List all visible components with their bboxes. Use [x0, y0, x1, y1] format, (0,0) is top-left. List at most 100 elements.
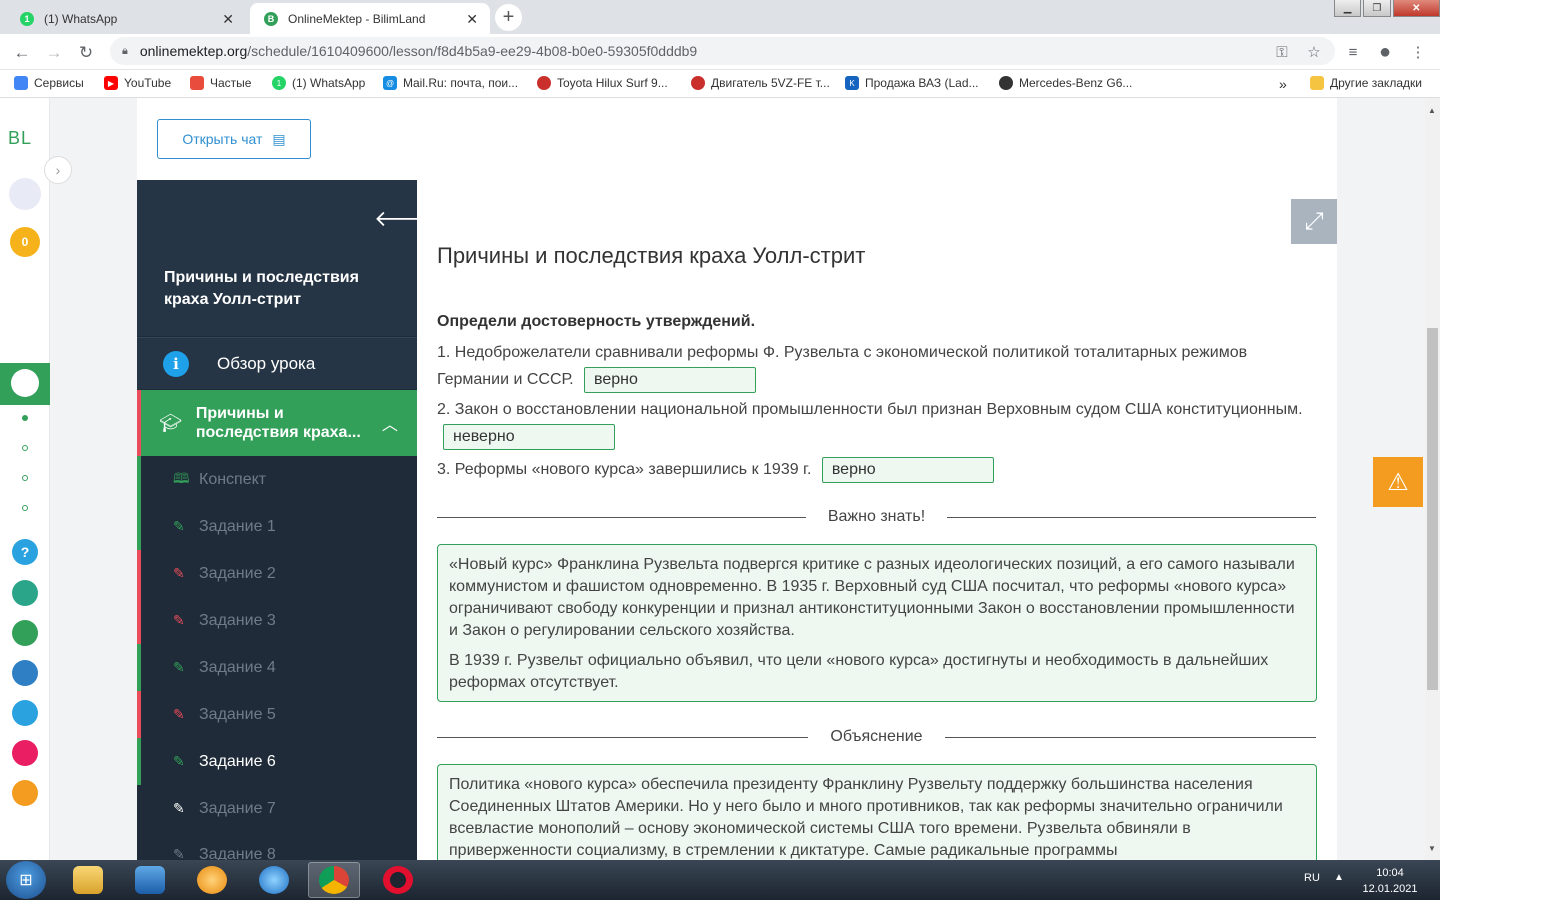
taskbar-chrome[interactable] [308, 862, 360, 898]
open-chat-button[interactable]: Открыть чат ▤ [157, 119, 311, 159]
rail-active-app[interactable] [0, 363, 50, 405]
chevron-right-icon[interactable]: › [44, 156, 72, 184]
sidebar-item-task-3[interactable]: ✎ Задание 3 [137, 597, 417, 644]
star-icon[interactable]: ☆ [1303, 41, 1325, 63]
edit-icon: ✎ [173, 753, 185, 769]
help-icon[interactable]: ? [12, 539, 38, 565]
key-icon[interactable]: ⚿ [1271, 41, 1293, 63]
sidebar-item-task-1[interactable]: ✎ Задание 1 [137, 503, 417, 550]
avatar[interactable] [9, 178, 41, 210]
media-player-icon [135, 866, 165, 894]
profile-avatar-icon[interactable]: ● [1374, 41, 1396, 63]
answer-field[interactable]: верно [821, 456, 994, 483]
sidebar-item-overview[interactable]: i Обзор урока [137, 337, 417, 389]
bookmark-services[interactable]: Сервисы [14, 76, 84, 90]
book-icon: 🕮 [173, 469, 190, 486]
back-arrow-icon[interactable]: 🡐 [374, 206, 433, 232]
taskbar-app-orange[interactable] [186, 862, 238, 898]
system-clock[interactable]: 10:04 12.01.2021 [1355, 865, 1425, 897]
sidebar-item-task-6[interactable]: ✎ Задание 6 [137, 738, 417, 785]
imektep-app-icon[interactable] [12, 780, 38, 806]
bookmark-mercedes[interactable]: Mercedes-Benz G6... [999, 76, 1132, 90]
tab-onlinemektep[interactable]: B OnlineMektep - BilimLand ✕ [250, 3, 490, 34]
bl-logo[interactable]: BL [8, 128, 32, 149]
report-problem-button[interactable]: ⚠ [1373, 457, 1423, 507]
bookmark-toyota[interactable]: Toyota Hilux Surf 9... [537, 76, 668, 90]
expand-arrows-icon: ⤢ [1304, 207, 1324, 235]
taskbar-explorer[interactable] [62, 862, 114, 898]
bookmark-frequent[interactable]: Частые [190, 76, 251, 90]
more-bookmarks-chevron-icon[interactable]: » [1279, 76, 1287, 92]
sidebar-item-task-5[interactable]: ✎ Задание 5 [137, 691, 417, 738]
bilimbook-app-icon[interactable] [12, 660, 38, 686]
important-divider: Важно знать! [437, 507, 1316, 527]
coins-badge[interactable]: 0 [10, 227, 40, 257]
back-arrow-icon[interactable]: ← [11, 42, 33, 64]
bookmark-vaz[interactable]: K Продажа ВАЗ (Lad... [845, 76, 979, 90]
language-indicator[interactable]: RU [1304, 872, 1320, 884]
chat-bubble-icon: ▤ [272, 130, 286, 147]
new-tab-button[interactable]: + [495, 4, 522, 31]
pisa-app-icon[interactable] [12, 580, 38, 606]
media-queue-icon[interactable]: ≡ [1342, 41, 1364, 63]
taskbar-media-player[interactable] [124, 862, 176, 898]
url-host: onlinemektep.org [139, 43, 248, 59]
minimize-button[interactable]: ▁ [1334, 0, 1362, 17]
bookmark-engine[interactable]: Двигатель 5VZ-FE т... [691, 76, 830, 90]
rail-dot[interactable] [22, 475, 28, 481]
sidebar-item-task-2[interactable]: ✎ Задание 2 [137, 550, 417, 597]
rail-dot[interactable] [22, 415, 28, 421]
menu-kebab-icon[interactable]: ⋮ [1407, 41, 1429, 63]
tray-expand-icon[interactable]: ▲ [1334, 872, 1344, 883]
sidebar-title: Причины и последствия краха Уолл-стрит [164, 269, 359, 308]
other-bookmarks[interactable]: Другие закладки [1310, 76, 1422, 90]
rail-dot[interactable] [22, 505, 28, 511]
answer-field[interactable]: неверно [443, 423, 615, 450]
start-button[interactable]: ⊞ [6, 861, 46, 899]
edit-icon: ✎ [173, 706, 185, 722]
answer-field[interactable]: верно [584, 366, 757, 393]
bilimland-icon: B [264, 11, 278, 26]
taskbar-opera[interactable] [372, 862, 424, 898]
close-tab-icon[interactable]: ✕ [222, 11, 234, 28]
bilimtest-app-icon[interactable] [12, 700, 38, 726]
taskbar-internet-explorer[interactable] [248, 862, 300, 898]
sidebar-header [137, 180, 417, 336]
sidebar-item-task-8[interactable]: ✎ Задание 8 [137, 832, 417, 860]
sidebar-item-task-7[interactable]: ✎ Задание 7 [137, 785, 417, 832]
task-heading: Определи достоверность утверждений. [437, 313, 756, 330]
fullscreen-expand-button[interactable]: ⤢ [1291, 199, 1337, 244]
restore-button[interactable]: ❐ [1363, 0, 1391, 17]
drom-icon [691, 76, 705, 90]
reload-icon[interactable]: ↻ [75, 42, 97, 64]
scroll-down-icon[interactable]: ▼ [1428, 844, 1436, 853]
left-rail: BL › 0 ? [0, 98, 72, 860]
ie-icon [259, 866, 289, 894]
address-bar[interactable]: 🔒︎ onlinemektep.org/schedule/1610409600/… [110, 37, 1335, 65]
close-window-button[interactable]: ✕ [1392, 0, 1440, 17]
sidebar-item-task-4[interactable]: ✎ Задание 4 [137, 644, 417, 691]
bookmark-whatsapp[interactable]: 1 (1) WhatsApp [272, 76, 365, 90]
clock-time: 10:04 [1376, 867, 1404, 879]
sidebar-item-konspekt[interactable]: 🕮 Конспект [137, 456, 417, 503]
rail-dot[interactable] [22, 445, 28, 451]
bookmark-mailru[interactable]: @ Mail.Ru: почта, пои... [383, 76, 518, 90]
scrollbar-thumb[interactable] [1427, 328, 1438, 690]
close-tab-icon[interactable]: ✕ [466, 11, 478, 28]
forward-arrow-icon[interactable]: → [43, 42, 65, 64]
bookmark-youtube[interactable]: ▶ YouTube [104, 76, 171, 90]
scroll-up-icon[interactable]: ▲ [1428, 106, 1436, 115]
folder-icon [73, 866, 103, 894]
chevron-up-icon[interactable]: ︿ [382, 411, 398, 435]
sidebar-section-active[interactable]: 🎓︎ Причины и последствия краха... ︿ [137, 390, 417, 456]
tab-whatsapp[interactable]: 1 (1) WhatsApp ✕ [6, 3, 246, 34]
edit-icon: ✎ [173, 800, 185, 816]
twig-app-icon[interactable] [12, 740, 38, 766]
explanation-box: Политика «нового курса» обеспечила прези… [437, 764, 1317, 860]
explanation-text: Политика «нового курса» обеспечила прези… [449, 776, 1283, 859]
edit-icon: ✎ [173, 846, 185, 860]
bilimland-app-icon[interactable] [12, 620, 38, 646]
url-path: /schedule/1610409600/lesson/f8d4b5a9-ee2… [247, 43, 698, 59]
statement-number: 2. [437, 401, 451, 418]
window-controls: ▁ ❐ ✕ [1334, 0, 1440, 18]
